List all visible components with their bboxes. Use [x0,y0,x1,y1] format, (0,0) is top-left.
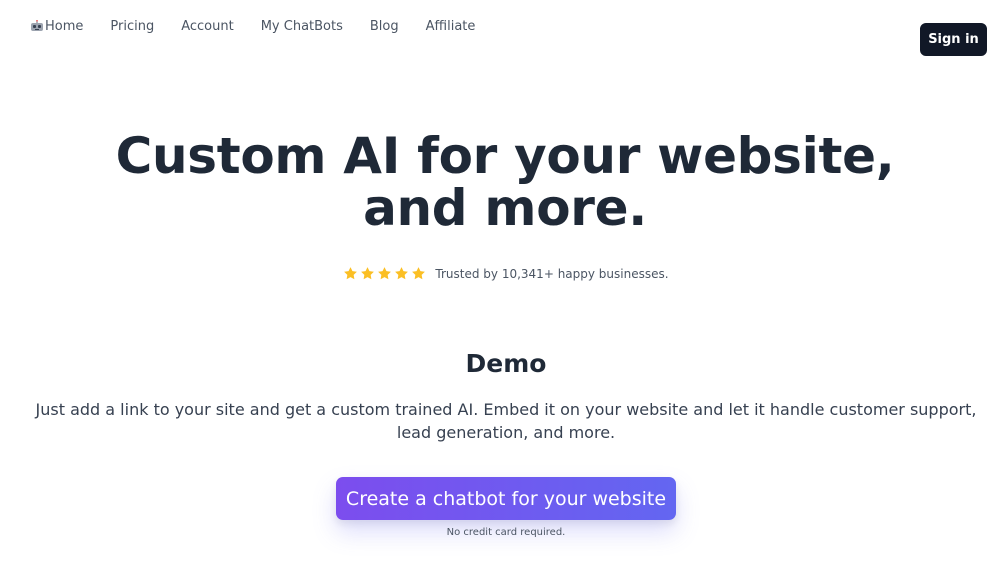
top-navigation: Home Pricing Account My ChatBots Blog Af… [0,0,1000,60]
star-icon [361,267,375,280]
demo-description: Just add a link to your site and get a c… [35,400,977,442]
sign-in-button[interactable]: Sign in [920,23,987,56]
nav-item-pricing[interactable]: Pricing [110,19,154,34]
nav-item-blog[interactable]: Blog [370,19,399,34]
create-chatbot-button[interactable]: Create a chatbot for your website [336,477,676,520]
page: Home Pricing Account My ChatBots Blog Af… [0,0,1000,563]
hero-title: Custom AI for your website, and more. [115,127,895,237]
star-icon [412,267,426,280]
nav-item-affiliate[interactable]: Affiliate [426,19,476,34]
star-icon [344,267,358,280]
star-rating [343,266,428,281]
demo-heading: Demo [465,349,547,378]
trusted-by-text: Trusted by 10,341+ happy businesses. [435,266,669,281]
nav-item-label: Home [45,19,84,34]
nav-links: Home Pricing Account My ChatBots Blog Af… [30,19,475,34]
nav-item-account[interactable]: Account [181,19,234,34]
no-credit-card-note: No credit card required. [446,527,566,538]
robot-icon [31,19,43,31]
nav-item-my-chatbots[interactable]: My ChatBots [261,19,343,34]
star-icon [395,267,409,280]
rating-row: Trusted by 10,341+ happy businesses. [0,266,1000,281]
star-icon [378,267,392,280]
nav-item-home[interactable]: Home [30,19,83,34]
